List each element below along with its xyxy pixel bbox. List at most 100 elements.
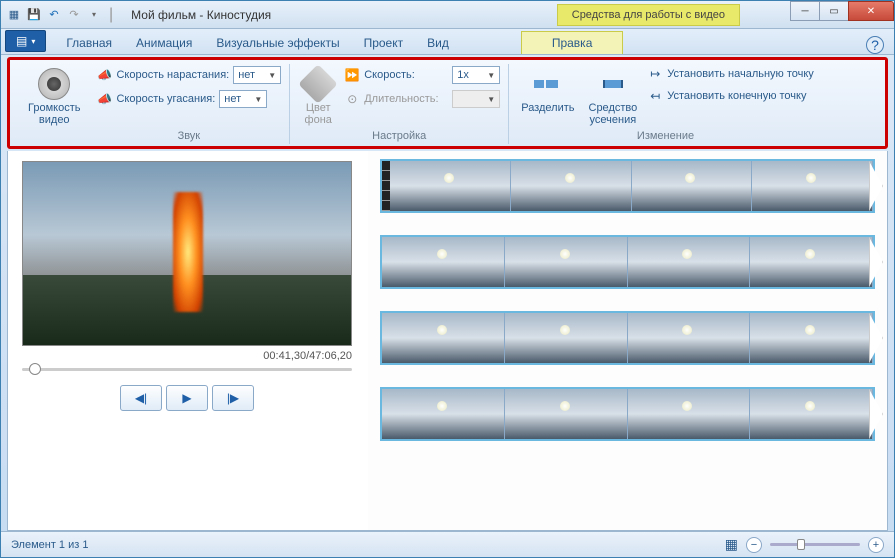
seek-slider[interactable] — [22, 368, 352, 371]
set-start-label: Установить начальную точку — [667, 68, 814, 80]
set-start-icon: ↦ — [647, 66, 663, 82]
split-icon — [532, 68, 564, 100]
clip-arrow-icon — [869, 237, 883, 287]
group-label-sound: Звук — [178, 130, 201, 142]
tab-animation[interactable]: Анимация — [124, 32, 204, 54]
tab-project[interactable]: Проект — [352, 32, 416, 54]
maximize-button[interactable]: ▭ — [819, 1, 849, 21]
thumbnails-view-icon[interactable]: ▦ — [725, 536, 738, 553]
title-separator: | — [109, 6, 113, 24]
set-end-button[interactable]: ↤ Установить конечную точку — [647, 88, 814, 104]
app-name: Киностудия — [207, 8, 271, 22]
prev-frame-button[interactable]: ◀| — [120, 385, 162, 411]
tab-effects[interactable]: Визуальные эффекты — [204, 32, 351, 54]
fadein-icon: 📣 — [96, 67, 112, 83]
timeline-pane[interactable] — [368, 151, 887, 530]
clip-row[interactable] — [380, 387, 875, 441]
zoom-slider[interactable] — [770, 543, 860, 546]
status-element-count: Элемент 1 из 1 — [11, 539, 88, 551]
titlebar: ▦ 💾 ↶ ↷ ▾ | Мой фильм - Киностудия Средс… — [1, 1, 894, 29]
time-display: 00:41,30/47:06,20 — [22, 350, 352, 362]
fadeout-icon: 📣 — [96, 91, 112, 107]
ribbon-group-sound: 📣 Скорость нарастания: нет▼ 📣 Скорость у… — [88, 64, 290, 144]
file-menu-button[interactable]: ▤ ▾ — [5, 30, 46, 52]
duration-label: Длительность: — [364, 93, 448, 105]
project-name: Мой фильм — [131, 8, 196, 22]
tab-home[interactable]: Главная — [54, 32, 124, 54]
chevron-down-icon: ▼ — [487, 95, 495, 104]
tab-view[interactable]: Вид — [415, 32, 461, 54]
preview-fire — [173, 192, 203, 312]
chevron-down-icon: ▼ — [254, 95, 262, 104]
redo-icon[interactable]: ↷ — [65, 6, 83, 24]
fadeout-value: нет — [224, 93, 241, 105]
clip-row[interactable] — [380, 235, 875, 289]
next-frame-button[interactable]: |▶ — [212, 385, 254, 411]
chevron-down-icon: ▼ — [268, 71, 276, 80]
split-button[interactable]: Разделить — [517, 66, 578, 116]
fadeout-label: Скорость угасания: — [116, 93, 215, 105]
clip-thumbs — [382, 237, 873, 287]
save-icon[interactable]: 💾 — [25, 6, 43, 24]
clip-thumbs — [382, 313, 873, 363]
video-preview[interactable] — [22, 161, 352, 346]
set-end-icon: ↤ — [647, 88, 663, 104]
ribbon-group-edit: Разделить Средство усечения ↦ Установить… — [509, 64, 822, 144]
ribbon-tabs: ▤ ▾ Главная Анимация Визуальные эффекты … — [1, 29, 894, 55]
app-icon: ▦ — [5, 6, 23, 24]
fadein-value: нет — [238, 69, 255, 81]
preview-pane: 00:41,30/47:06,20 ◀| ▶ |▶ — [8, 151, 368, 530]
ribbon-group-volume: Громкость видео — [16, 64, 88, 144]
window-controls: ─ ▭ ✕ — [791, 1, 894, 21]
help-icon[interactable]: ? — [866, 36, 884, 54]
speed-icon: ⏩ — [344, 67, 360, 83]
play-button[interactable]: ▶ — [166, 385, 208, 411]
film-edge-icon — [382, 161, 390, 211]
trim-button[interactable]: Средство усечения — [585, 66, 642, 128]
ribbon-group-adjust: Цвет фона ⏩ Скорость: 1x ▼ ⊙ Длительность… — [290, 64, 509, 144]
content-area: 00:41,30/47:06,20 ◀| ▶ |▶ — [7, 151, 888, 531]
minimize-button[interactable]: ─ — [790, 1, 820, 21]
bgcolor-button: Цвет фона — [298, 66, 338, 128]
fadeout-combo[interactable]: нет ▼ — [219, 90, 267, 108]
speaker-icon — [38, 68, 70, 100]
zoom-thumb[interactable] — [797, 539, 805, 550]
group-label-adjust: Настройка — [372, 130, 426, 142]
seek-thumb[interactable] — [29, 363, 41, 375]
clip-arrow-icon — [869, 161, 883, 211]
close-button[interactable]: ✕ — [848, 1, 894, 21]
bgcolor-label: Цвет фона — [305, 102, 332, 126]
volume-label: Громкость видео — [28, 102, 80, 126]
chevron-down-icon: ▼ — [487, 71, 495, 80]
file-menu-icon: ▤ — [16, 34, 27, 48]
tab-edit[interactable]: Правка — [521, 31, 624, 54]
quick-access-toolbar: ▦ 💾 ↶ ↷ ▾ — [5, 6, 103, 24]
set-start-button[interactable]: ↦ Установить начальную точку — [647, 66, 814, 82]
clip-row[interactable] — [380, 159, 875, 213]
clip-thumbs — [382, 389, 873, 439]
clip-arrow-icon — [869, 313, 883, 363]
context-tab-group-label: Средства для работы с видео — [557, 4, 740, 26]
status-right: ▦ − + — [725, 536, 884, 553]
qat-dropdown-icon[interactable]: ▾ — [85, 6, 103, 24]
speed-combo[interactable]: 1x ▼ — [452, 66, 500, 84]
speed-value: 1x — [457, 69, 469, 81]
zoom-in-button[interactable]: + — [868, 537, 884, 553]
app-window: ▦ 💾 ↶ ↷ ▾ | Мой фильм - Киностудия Средс… — [0, 0, 895, 558]
zoom-out-button[interactable]: − — [746, 537, 762, 553]
speed-label: Скорость: — [364, 69, 448, 81]
clip-thumbs — [390, 161, 873, 211]
volume-button[interactable]: Громкость видео — [24, 66, 84, 128]
duration-icon: ⊙ — [344, 91, 360, 107]
fadein-combo[interactable]: нет ▼ — [233, 66, 281, 84]
duration-combo: ▼ — [452, 90, 500, 108]
seek-track — [22, 368, 352, 371]
set-end-label: Установить конечную точку — [667, 90, 806, 102]
playback-controls: ◀| ▶ |▶ — [22, 385, 352, 411]
split-label: Разделить — [521, 102, 574, 114]
ribbon: Громкость видео 📣 Скорость нарастания: н… — [7, 57, 888, 149]
clip-row[interactable] — [380, 311, 875, 365]
trim-label: Средство усечения — [589, 102, 638, 126]
window-title: Мой фильм - Киностудия — [131, 8, 271, 22]
undo-icon[interactable]: ↶ — [45, 6, 63, 24]
